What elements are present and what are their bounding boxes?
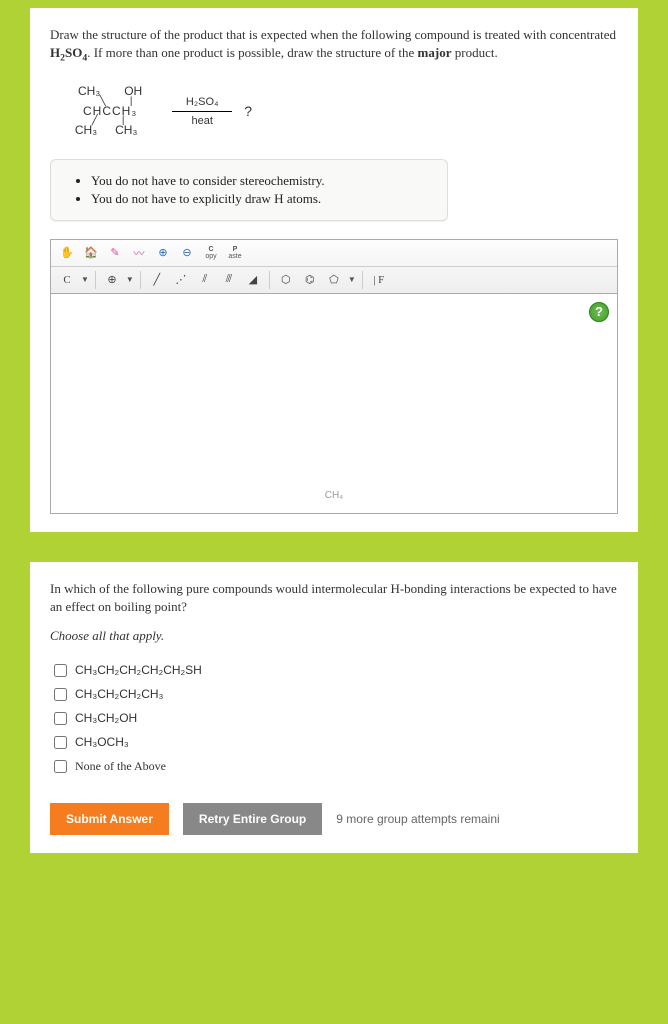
copy-button[interactable]: Copy: [201, 243, 221, 263]
label-oh: OH: [124, 85, 142, 98]
choice-item[interactable]: CH₃OCH₃: [54, 730, 618, 754]
arrow-line: [172, 111, 232, 112]
choice-label: CH₃CH₂CH₂CH₃: [75, 687, 163, 701]
toolbar-row-2: C ▼ ⊕ ▼ ╱ ⋰ ⫽ ⫻ ◢ ⬡ ⌬ ⬠ ▼ | F: [51, 267, 617, 293]
bond-char: |: [130, 99, 133, 105]
label-ch3-tl: CH₃: [78, 85, 100, 98]
ring-benzene-icon[interactable]: ⌬: [300, 270, 320, 290]
choice-item[interactable]: CH₃CH₂CH₂CH₂CH₂SH: [54, 658, 618, 682]
bond-single-icon[interactable]: ╱: [147, 270, 167, 290]
action-row: Submit Answer Retry Entire Group 9 more …: [50, 803, 618, 835]
bond-add-icon[interactable]: ⊕: [102, 270, 122, 290]
choices-list: CH₃CH₂CH₂CH₂CH₂SH CH₃CH₂CH₂CH₃ CH₃CH₂OH …: [54, 658, 618, 779]
paste-button[interactable]: Paste: [225, 243, 245, 263]
pencil-icon[interactable]: ✎: [105, 243, 125, 263]
bond-double-icon[interactable]: ⫽: [195, 270, 215, 290]
retry-button[interactable]: Retry Entire Group: [183, 803, 322, 835]
element-c-button[interactable]: C: [57, 270, 77, 290]
dropdown-icon[interactable]: ▼: [81, 275, 89, 284]
notes-box: You do not have to consider stereochemis…: [50, 159, 448, 221]
choice-label: CH₃CH₂CH₂CH₂CH₂SH: [75, 663, 202, 677]
bond-dotted-icon[interactable]: ⋰: [171, 270, 191, 290]
zoom-in-icon[interactable]: ⊕: [153, 243, 173, 263]
lasso-icon[interactable]: 〰: [129, 243, 149, 263]
reagent-top: H₂SO₄: [186, 96, 219, 108]
separator: [362, 271, 363, 289]
choice-label: None of the Above: [75, 759, 166, 774]
choice-checkbox[interactable]: [54, 712, 67, 725]
reaction-arrow: H₂SO₄ heat: [172, 96, 232, 127]
dropdown-icon[interactable]: ▼: [348, 275, 356, 284]
product-placeholder: ?: [244, 104, 252, 119]
choice-item[interactable]: CH₃CH₂OH: [54, 706, 618, 730]
dropdown-icon[interactable]: ▼: [126, 275, 134, 284]
drawing-toolbar: ✋ 🏠 ✎ 〰 ⊕ ⊖ Copy Paste C ▼ ⊕ ▼ ╱ ⋰ ⫽ ⫻ ◢…: [50, 239, 618, 294]
separator: [269, 271, 270, 289]
choice-item[interactable]: None of the Above: [54, 754, 618, 779]
zoom-out-icon[interactable]: ⊖: [177, 243, 197, 263]
bond-triple-icon[interactable]: ⫻: [219, 270, 239, 290]
note-item: You do not have to explicitly draw H ato…: [91, 190, 427, 208]
choice-checkbox[interactable]: [54, 736, 67, 749]
note-item: You do not have to consider stereochemis…: [91, 172, 427, 190]
bond-wedge-icon[interactable]: ◢: [243, 270, 263, 290]
choice-checkbox[interactable]: [54, 760, 67, 773]
separator: [95, 271, 96, 289]
label-ch3-bl: CH₃: [75, 124, 97, 137]
choice-label: CH₃CH₂OH: [75, 711, 137, 725]
choice-checkbox[interactable]: [54, 664, 67, 677]
q2-instruction: Choose all that apply.: [50, 628, 618, 644]
toolbar-row-1: ✋ 🏠 ✎ 〰 ⊕ ⊖ Copy Paste: [51, 240, 617, 267]
choice-item[interactable]: CH₃CH₂CH₂CH₃: [54, 682, 618, 706]
canvas-formula-label: CH₄: [325, 490, 344, 501]
home-icon[interactable]: 🏠: [81, 243, 101, 263]
help-button[interactable]: ?: [589, 302, 609, 322]
reagent-bottom: heat: [192, 115, 213, 127]
attempts-remaining: 9 more group attempts remaini: [336, 812, 499, 826]
question-card-2: In which of the following pure compounds…: [30, 562, 638, 853]
choice-checkbox[interactable]: [54, 688, 67, 701]
bond-char: ╲: [100, 99, 106, 105]
q1-prompt: Draw the structure of the product that i…: [50, 26, 618, 65]
ring-hexagon-icon[interactable]: ⬡: [276, 270, 296, 290]
label-ch3-b: CH₃: [115, 124, 137, 137]
q2-prompt: In which of the following pure compounds…: [50, 580, 618, 616]
ring-pentagon-icon[interactable]: ⬠: [324, 270, 344, 290]
hand-icon[interactable]: ✋: [57, 243, 77, 263]
question-card-1: Draw the structure of the product that i…: [30, 8, 638, 532]
submit-button[interactable]: Submit Answer: [50, 803, 169, 835]
choice-label: CH₃OCH₃: [75, 735, 129, 749]
drawing-canvas[interactable]: ? CH₄: [50, 294, 618, 514]
reaction-structure: CH₃ OH ╲ | CHCCH₃ ╱ | CH₃ CH₃ H₂SO₄: [50, 77, 618, 151]
charge-button[interactable]: | F: [369, 270, 389, 290]
separator: [140, 271, 141, 289]
